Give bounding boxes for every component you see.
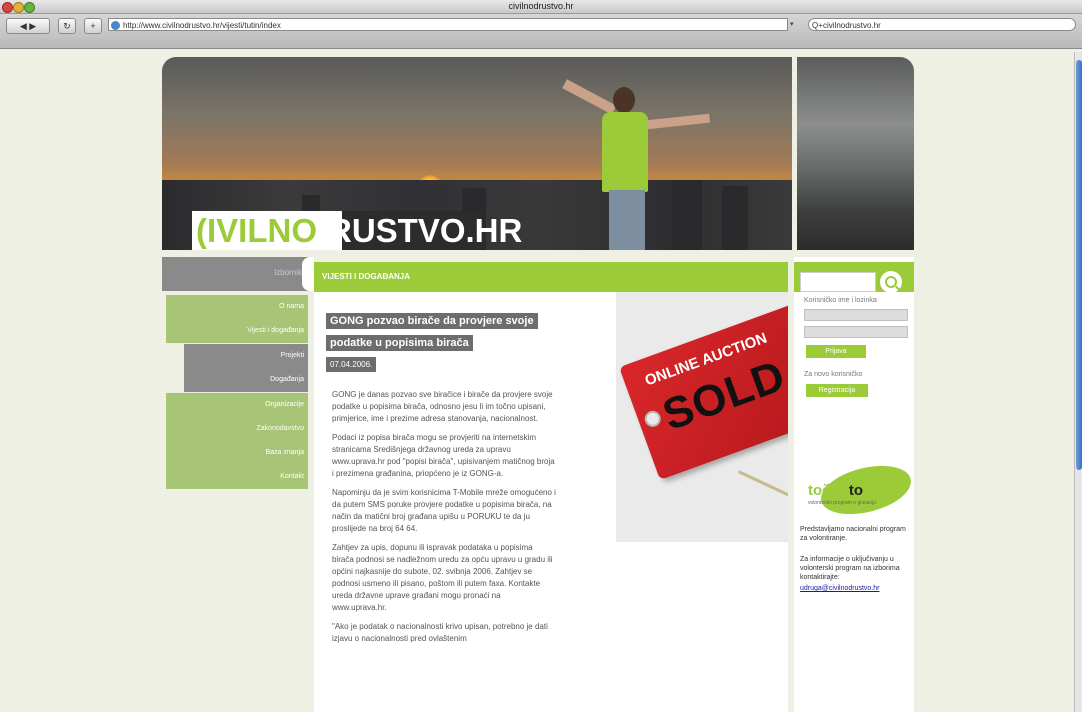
logo-subtitle: volonterski program o glasanju [808,500,877,506]
tocno-to-logo[interactable]: točnoto volonterski program o glasanju [800,457,916,523]
url-dropdown-icon[interactable]: ▾ [790,20,794,28]
person-left-arm [562,79,617,115]
article-paragraph: Napominju da je svim korisnicima T-Mobil… [332,488,556,533]
address-bar[interactable]: http://www.civilnodrustvo.hr/vijesti/tut… [108,18,788,31]
username-field[interactable] [804,309,908,321]
article-date: 07.04.2006. [326,357,377,372]
logo-part-2: to [848,482,863,499]
window-title: civilnodrustvo.hr [508,1,574,11]
nav-item[interactable]: Baza znanja [166,441,308,465]
tag-hole [642,408,663,430]
nav-group: Baza znanja Kontakt [166,441,308,489]
nav-group-active: Projekti Događanja [184,344,308,392]
reload-button[interactable]: ↻ [58,18,76,34]
password-field[interactable] [804,326,908,338]
person-legs [609,190,645,250]
site-container: (IVILNO)RUSTVO.HR lzbornik O nama Vijest… [162,57,916,712]
logo-white-part: )RUSTVO.HR [317,212,523,249]
article-paragraph: "Ako je podatak o nacionalnosti krivo up… [332,622,548,643]
site-logo[interactable]: (IVILNO)RUSTVO.HR [196,212,522,250]
browser-toolbar: ◀ ▶ ↻ + http://www.civilnodrustvo.hr/vij… [0,14,1082,49]
article-headline[interactable]: GONG pozvao birače da provjere svoje pod… [326,310,538,354]
section-header: VIJESTI I DOGAĐANJA [314,262,788,292]
sold-tag: ONLINE AUCTION SOLD [619,303,788,481]
vertical-scrollbar[interactable] [1074,52,1082,712]
nav-item[interactable]: Vijesti i događanja [166,319,308,343]
logo-green-part: (IVILNO [196,212,317,249]
nav-item[interactable]: Događanja [184,368,308,392]
register-label: Za novo korisničko [804,371,863,378]
promo-contact-text: Za informacije o uključivanju u volonter… [800,556,900,581]
login-button[interactable]: Prijava [806,345,866,358]
building [722,186,748,250]
nav-item[interactable]: Zakonodavstvo [166,417,308,441]
building [672,180,702,250]
person-head [613,87,635,113]
nav-header-label: lzbornik [274,268,302,277]
login-label: Korisničko ime i lozinka [804,297,877,304]
header-side-photo [797,57,914,250]
nav-header-curl [302,257,314,291]
nav-group: Organizacije Zakonodavstvo [166,393,308,441]
search-icon [885,276,897,288]
browser-search-field[interactable]: Q+ civilnodrustvo.hr [808,18,1076,31]
promo-email-link[interactable]: udruga@civilnodrustvo.hr [800,584,910,593]
url-text: http://www.civilnodrustvo.hr/vijesti/tut… [123,21,281,30]
person-body [602,112,648,192]
back-forward-buttons[interactable]: ◀ ▶ [6,18,50,34]
nav-item[interactable]: Projekti [184,344,308,368]
add-bookmark-button[interactable]: + [84,18,102,34]
tag-string [737,470,788,497]
article-paragraph: GONG je danas pozvao sve biračice i bira… [332,390,553,423]
article-image: ONLINE AUCTION SOLD [616,292,788,542]
person-right-arm [639,113,711,130]
browser-search-text: civilnodrustvo.hr [823,21,881,30]
article-body: GONG je danas pozvao sve biračice i bira… [332,389,556,652]
site-search-input[interactable] [800,272,876,292]
nav-header: lzbornik [162,257,310,291]
nav-item[interactable]: Kontakt [166,465,308,489]
tocno-to-wordmark: točnoto [808,482,863,499]
article-headline-text: GONG pozvao birače da provjere svoje pod… [326,313,538,351]
nav-group: O nama Vijesti i događanja [166,295,308,343]
header-photo: (IVILNO)RUSTVO.HR [162,57,792,250]
article-paragraph: Podaci iz popisa birača mogu se provjeri… [332,433,555,478]
right-sidebar: Korisničko ime i lozinka Prijava Za novo… [794,257,916,712]
article-area: GONG pozvao birače da provjere svoje pod… [314,292,788,712]
window-titlebar: civilnodrustvo.hr [0,0,1082,14]
site-search-bar [794,262,914,293]
section-title: VIJESTI I DOGAĐANJA [322,272,411,281]
search-prefix: Q+ [812,21,823,30]
nav-item[interactable]: O nama [166,295,308,319]
site-search-button[interactable] [880,271,902,293]
scrollbar-thumb[interactable] [1076,60,1082,470]
logo-part-1: točno [808,482,849,499]
nav-item[interactable]: Organizacije [166,393,308,417]
promo-text: Predstavljamo nacionalni program za volo… [800,526,906,542]
globe-icon [111,21,120,30]
article-paragraph: Zahtjev za upis, dopunu ili ispravak pod… [332,543,553,612]
register-button[interactable]: Registracija [806,384,868,397]
